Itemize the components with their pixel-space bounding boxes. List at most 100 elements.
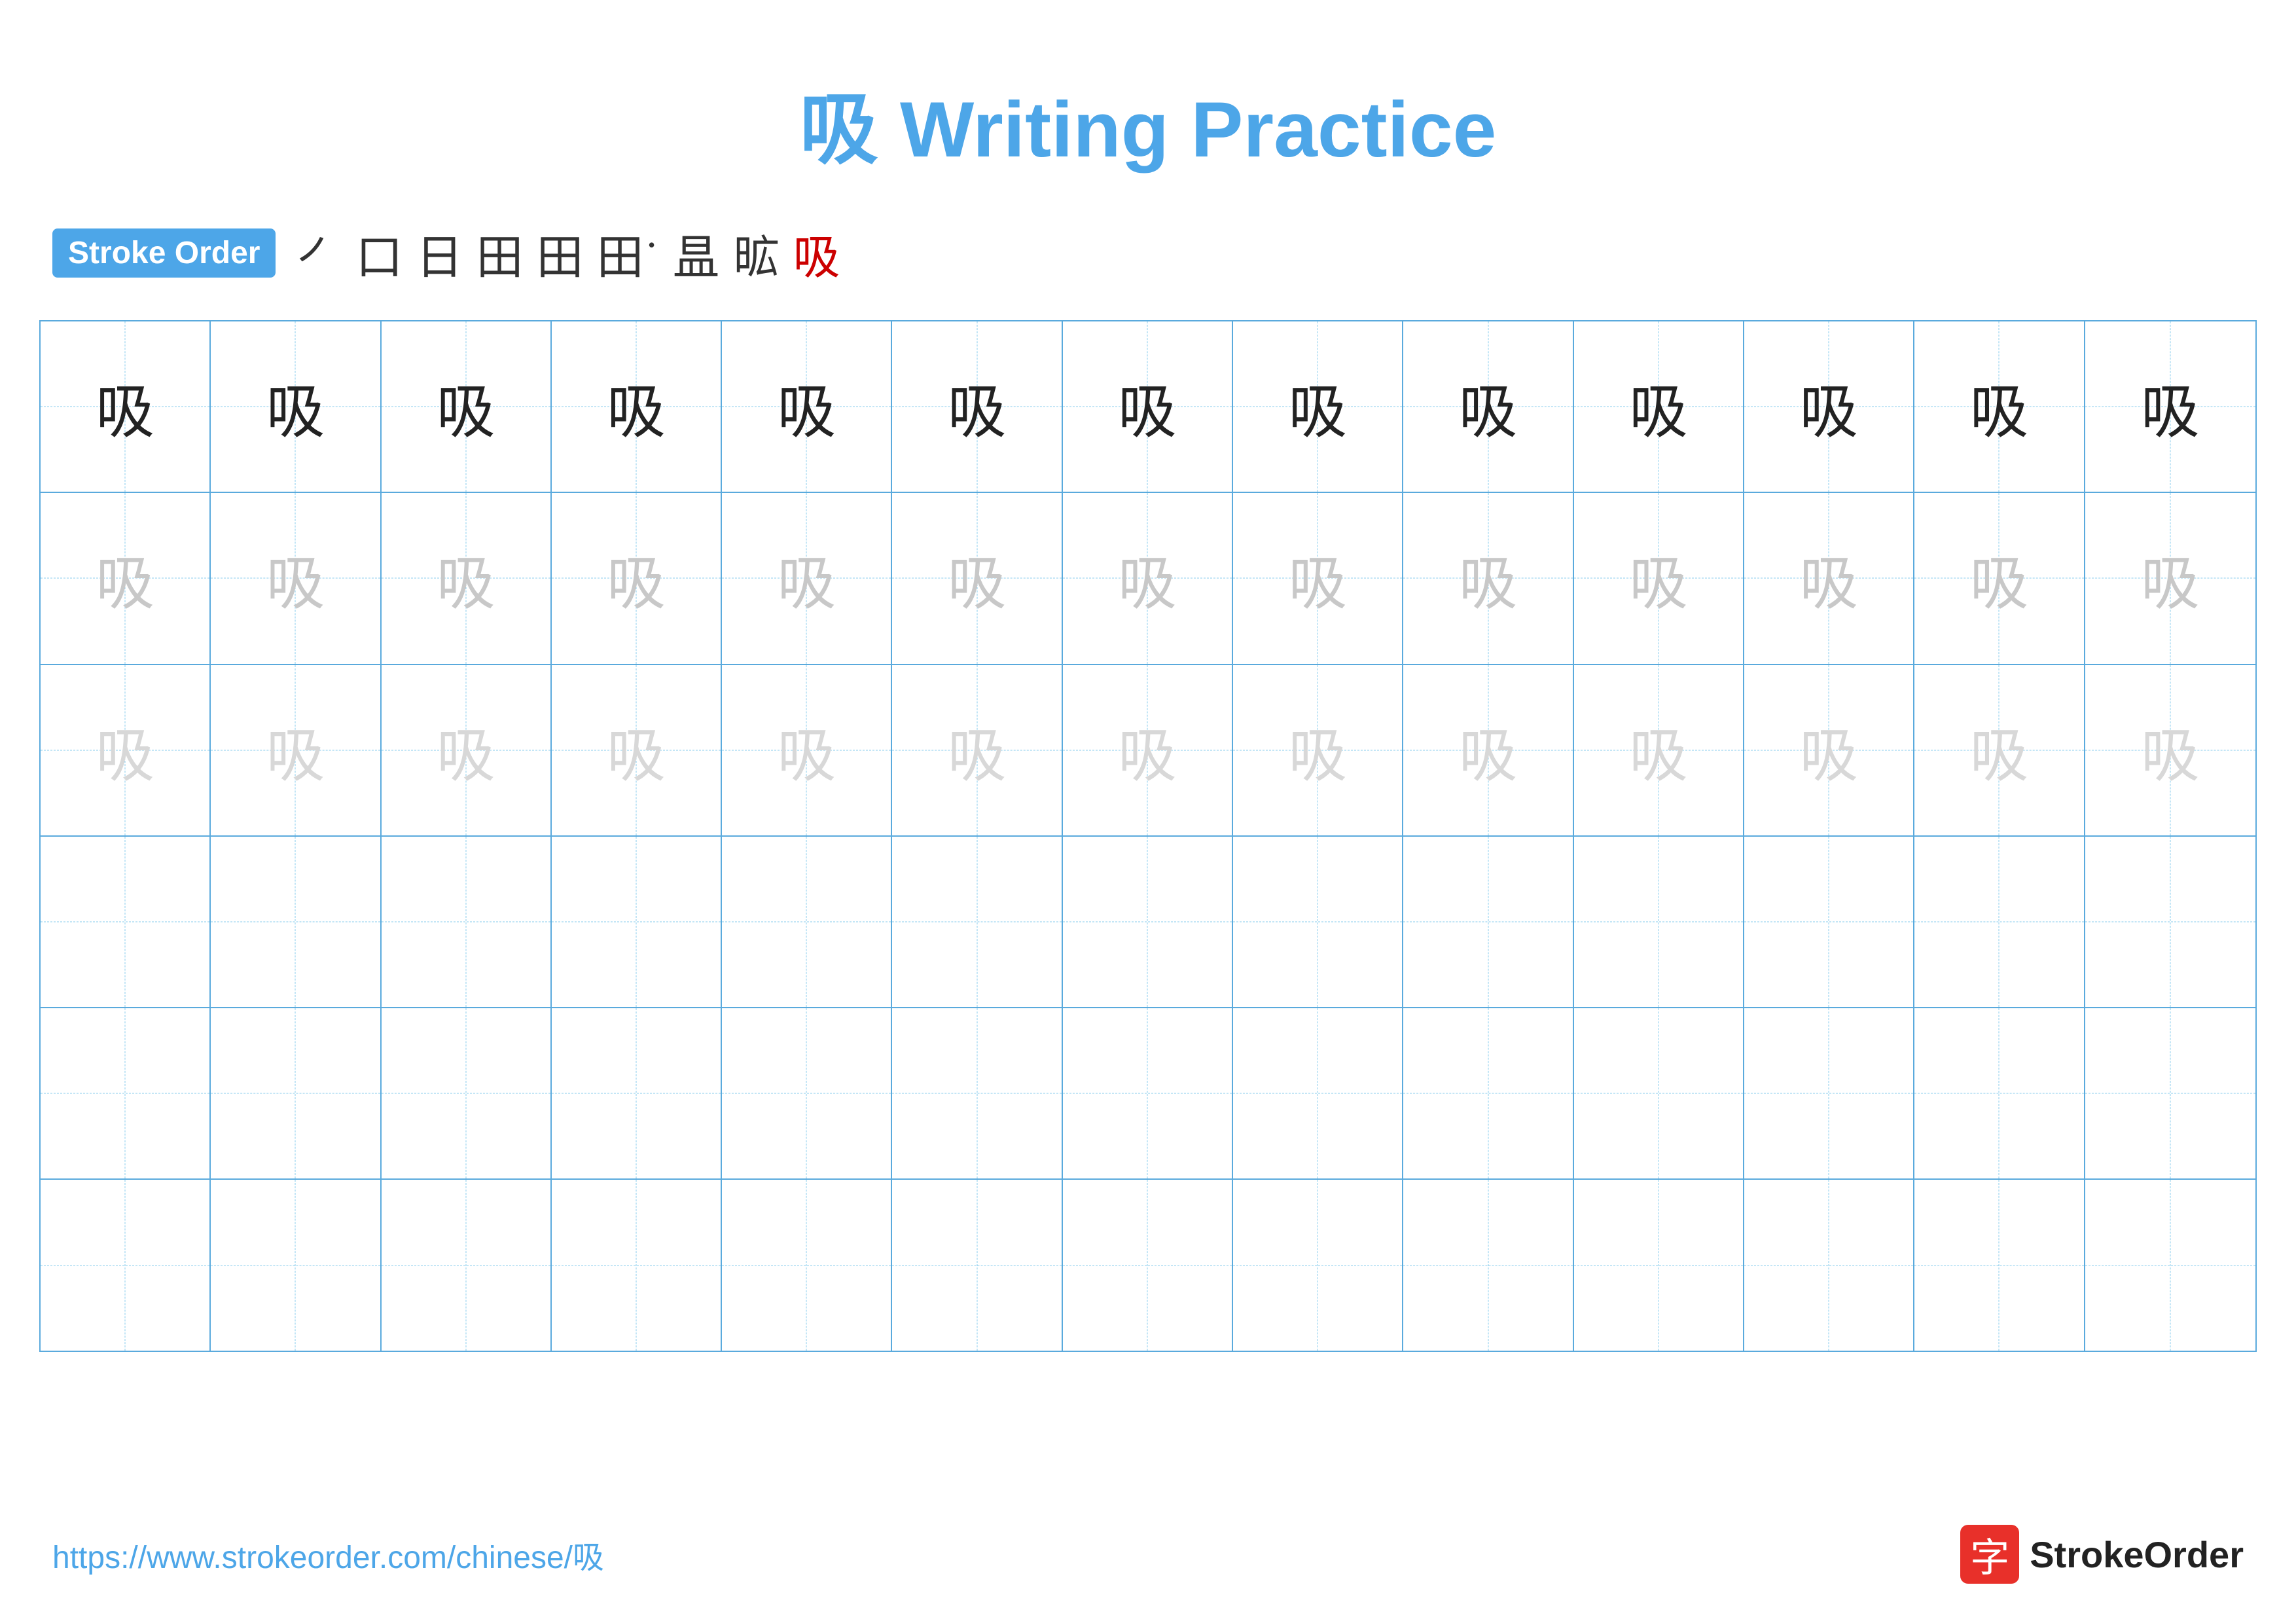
stroke-order-section: Stroke Order ㇒ 口 日 田 田 田˙ 昷 昿 吸 (0, 219, 2296, 287)
grid-cell-4-12[interactable] (2085, 1008, 2255, 1178)
grid-cell-0-8[interactable]: 吸 (1403, 321, 1573, 492)
cell-char-2-9: 吸 (1629, 708, 1688, 793)
grid-cell-1-3[interactable]: 吸 (552, 493, 722, 663)
footer: https://www.strokeorder.com/chinese/吸 字 … (52, 1525, 2244, 1584)
grid-cell-0-12[interactable]: 吸 (2085, 321, 2255, 492)
cell-char-2-6: 吸 (1118, 708, 1177, 793)
cell-char-2-8: 吸 (1459, 708, 1518, 793)
cell-char-1-9: 吸 (1629, 536, 1688, 621)
grid-cell-5-8[interactable] (1403, 1180, 1573, 1350)
grid-cell-1-7[interactable]: 吸 (1233, 493, 1403, 663)
grid-cell-0-3[interactable]: 吸 (552, 321, 722, 492)
grid-cell-4-4[interactable] (722, 1008, 892, 1178)
cell-char-2-1: 吸 (266, 708, 325, 793)
grid-cell-2-9[interactable]: 吸 (1574, 665, 1744, 835)
grid-cell-2-8[interactable]: 吸 (1403, 665, 1573, 835)
grid-cell-5-11[interactable] (1914, 1180, 2085, 1350)
grid-cell-2-3[interactable]: 吸 (552, 665, 722, 835)
grid-cell-4-11[interactable] (1914, 1008, 2085, 1178)
grid-cell-5-0[interactable] (41, 1180, 211, 1350)
grid-cell-2-6[interactable]: 吸 (1063, 665, 1233, 835)
stroke-3: 日 (416, 219, 463, 287)
grid-cell-0-6[interactable]: 吸 (1063, 321, 1233, 492)
grid-cell-4-5[interactable] (892, 1008, 1062, 1178)
grid-cell-1-9[interactable]: 吸 (1574, 493, 1744, 663)
grid-cell-4-6[interactable] (1063, 1008, 1233, 1178)
grid-cell-3-0[interactable] (41, 837, 211, 1007)
grid-cell-0-7[interactable]: 吸 (1233, 321, 1403, 492)
cell-char-0-9: 吸 (1629, 364, 1688, 449)
grid-cell-1-1[interactable]: 吸 (211, 493, 381, 663)
grid-cell-3-10[interactable] (1744, 837, 1914, 1007)
grid-cell-0-11[interactable]: 吸 (1914, 321, 2085, 492)
page-title: 吸 Writing Practice (800, 86, 1497, 173)
grid-cell-5-7[interactable] (1233, 1180, 1403, 1350)
grid-cell-2-11[interactable]: 吸 (1914, 665, 2085, 835)
footer-logo: 字 StrokeOrder (1960, 1525, 2244, 1584)
grid-cell-4-8[interactable] (1403, 1008, 1573, 1178)
logo-icon: 字 (1960, 1525, 2019, 1584)
cell-char-1-1: 吸 (266, 536, 325, 621)
grid-cell-2-7[interactable]: 吸 (1233, 665, 1403, 835)
grid-cell-3-1[interactable] (211, 837, 381, 1007)
grid-cell-5-9[interactable] (1574, 1180, 1744, 1350)
grid-cell-3-9[interactable] (1574, 837, 1744, 1007)
grid-cell-1-2[interactable]: 吸 (382, 493, 552, 663)
grid-cell-3-2[interactable] (382, 837, 552, 1007)
grid-cell-0-9[interactable]: 吸 (1574, 321, 1744, 492)
grid-cell-2-10[interactable]: 吸 (1744, 665, 1914, 835)
cell-char-2-4: 吸 (777, 708, 836, 793)
grid-cell-5-3[interactable] (552, 1180, 722, 1350)
grid-cell-3-6[interactable] (1063, 837, 1233, 1007)
grid-row-1: 吸吸吸吸吸吸吸吸吸吸吸吸吸 (41, 493, 2255, 665)
grid-cell-1-11[interactable]: 吸 (1914, 493, 2085, 663)
grid-cell-2-4[interactable]: 吸 (722, 665, 892, 835)
cell-char-2-5: 吸 (948, 708, 1007, 793)
grid-cell-3-5[interactable] (892, 837, 1062, 1007)
grid-cell-3-12[interactable] (2085, 837, 2255, 1007)
grid-cell-5-5[interactable] (892, 1180, 1062, 1350)
cell-char-1-6: 吸 (1118, 536, 1177, 621)
grid-row-5 (41, 1180, 2255, 1350)
grid-cell-3-7[interactable] (1233, 837, 1403, 1007)
grid-cell-5-2[interactable] (382, 1180, 552, 1350)
grid-cell-5-4[interactable] (722, 1180, 892, 1350)
grid-cell-3-4[interactable] (722, 837, 892, 1007)
grid-cell-1-12[interactable]: 吸 (2085, 493, 2255, 663)
grid-cell-1-4[interactable]: 吸 (722, 493, 892, 663)
grid-cell-0-2[interactable]: 吸 (382, 321, 552, 492)
grid-cell-1-8[interactable]: 吸 (1403, 493, 1573, 663)
grid-cell-4-3[interactable] (552, 1008, 722, 1178)
grid-cell-1-6[interactable]: 吸 (1063, 493, 1233, 663)
grid-cell-0-5[interactable]: 吸 (892, 321, 1062, 492)
grid-cell-1-0[interactable]: 吸 (41, 493, 211, 663)
grid-cell-3-3[interactable] (552, 837, 722, 1007)
grid-cell-4-7[interactable] (1233, 1008, 1403, 1178)
grid-cell-4-1[interactable] (211, 1008, 381, 1178)
grid-cell-2-2[interactable]: 吸 (382, 665, 552, 835)
grid-cell-5-10[interactable] (1744, 1180, 1914, 1350)
grid-cell-4-0[interactable] (41, 1008, 211, 1178)
cell-char-1-4: 吸 (777, 536, 836, 621)
cell-char-2-10: 吸 (1799, 708, 1858, 793)
grid-cell-0-0[interactable]: 吸 (41, 321, 211, 492)
grid-cell-5-12[interactable] (2085, 1180, 2255, 1350)
grid-cell-0-4[interactable]: 吸 (722, 321, 892, 492)
grid-cell-5-6[interactable] (1063, 1180, 1233, 1350)
grid-cell-2-1[interactable]: 吸 (211, 665, 381, 835)
grid-cell-5-1[interactable] (211, 1180, 381, 1350)
grid-cell-4-2[interactable] (382, 1008, 552, 1178)
grid-cell-4-10[interactable] (1744, 1008, 1914, 1178)
grid-cell-0-10[interactable]: 吸 (1744, 321, 1914, 492)
grid-cell-4-9[interactable] (1574, 1008, 1744, 1178)
grid-cell-2-12[interactable]: 吸 (2085, 665, 2255, 835)
grid-cell-1-5[interactable]: 吸 (892, 493, 1062, 663)
cell-char-0-5: 吸 (948, 364, 1007, 449)
grid-cell-3-8[interactable] (1403, 837, 1573, 1007)
grid-cell-1-10[interactable]: 吸 (1744, 493, 1914, 663)
grid-cell-0-1[interactable]: 吸 (211, 321, 381, 492)
grid-cell-2-0[interactable]: 吸 (41, 665, 211, 835)
grid-cell-3-11[interactable] (1914, 837, 2085, 1007)
cell-char-0-3: 吸 (607, 364, 666, 449)
grid-cell-2-5[interactable]: 吸 (892, 665, 1062, 835)
